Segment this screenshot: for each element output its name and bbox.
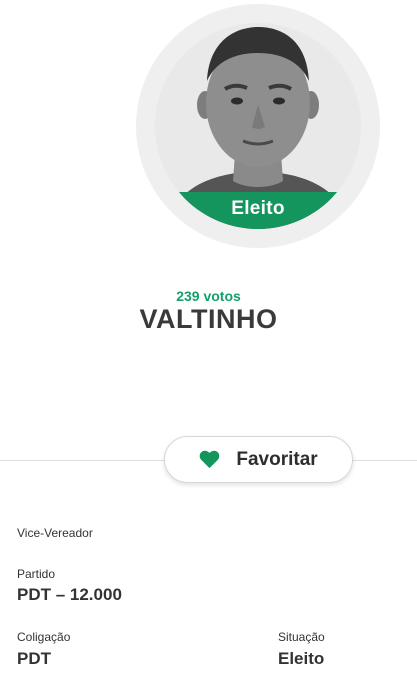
situation-value: Eleito: [278, 649, 325, 668]
vote-count: 239 votos: [176, 288, 241, 304]
favorite-button[interactable]: Favoritar: [164, 436, 353, 483]
role-label: Vice-Vereador: [17, 526, 93, 540]
candidate-avatar: Eleito: [155, 23, 361, 229]
heart-icon: [200, 450, 220, 469]
favorite-label: Favoritar: [236, 448, 318, 470]
party-label: Partido: [17, 567, 56, 581]
coalition-value: PDT: [17, 649, 51, 668]
situation-label: Situação: [278, 630, 325, 644]
candidate-name: VALTINHO: [139, 304, 278, 334]
coalition-label: Coligação: [17, 630, 71, 644]
party-value: PDT – 12.000: [17, 585, 122, 604]
status-badge: Eleito: [155, 192, 361, 229]
